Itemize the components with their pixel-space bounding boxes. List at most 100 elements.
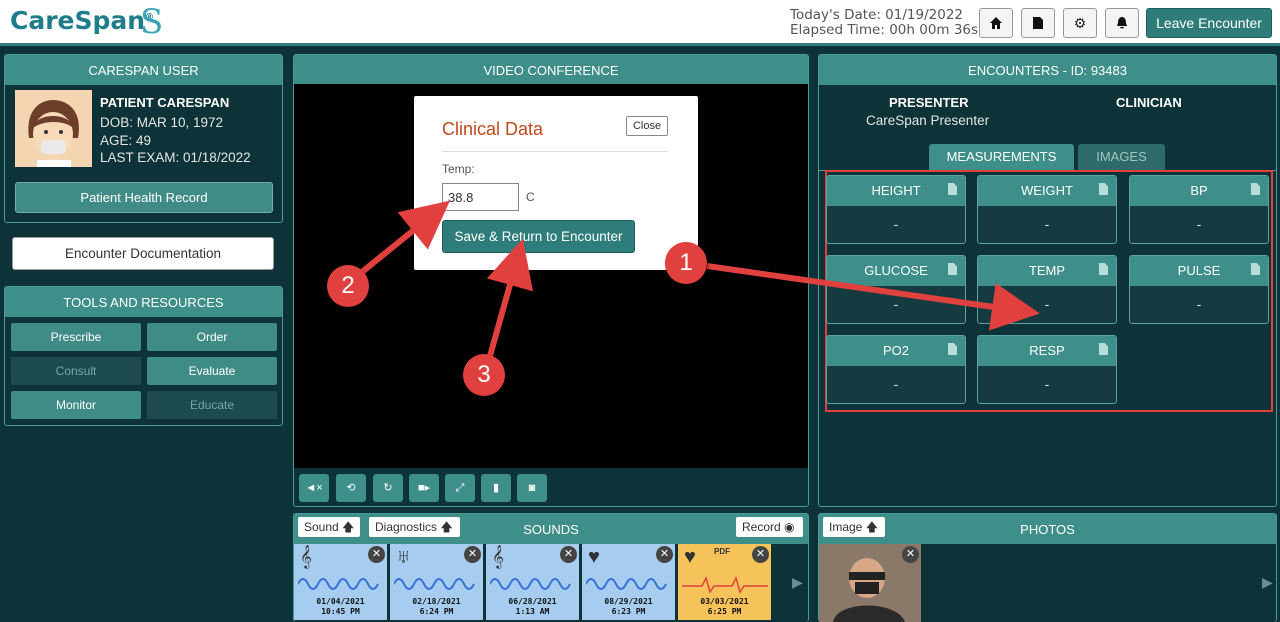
close-button[interactable]: Close xyxy=(626,116,668,136)
document-icon xyxy=(1099,183,1108,195)
presenter-name: CareSpan Presenter xyxy=(866,113,990,128)
close-icon[interactable]: ✕ xyxy=(368,546,385,563)
top-bar: CareSpan® S Today's Date: 01/19/2022 Ela… xyxy=(0,0,1280,46)
encounter-documentation-button[interactable]: Encounter Documentation xyxy=(12,237,274,270)
measurement-temp[interactable]: TEMP - xyxy=(977,255,1117,324)
mute-icon: ◄× xyxy=(305,482,323,494)
settings-button[interactable]: ⚙ xyxy=(1063,8,1097,38)
sound-item[interactable]: ♥ ✕ PDF 03/03/2021 6:25 PM xyxy=(678,544,771,620)
close-icon[interactable]: ✕ xyxy=(656,546,673,563)
temp-label: Temp: xyxy=(442,162,475,176)
document-icon xyxy=(948,263,957,275)
temp-input[interactable]: 38.8 xyxy=(442,183,519,211)
sound-item[interactable]: ♅ ✕ 02/18/2021 6:24 PM xyxy=(390,544,483,620)
patient-dob: DOB: MAR 10, 1972 xyxy=(100,115,224,130)
close-icon[interactable]: ✕ xyxy=(902,546,919,563)
lungs-icon: ♅ xyxy=(396,546,411,568)
diagnostics-button[interactable]: Diagnostics 🡅 xyxy=(369,517,460,537)
date-info: Today's Date: 01/19/2022 Elapsed Time: 0… xyxy=(790,8,978,38)
leave-encounter-button[interactable]: Leave Encounter xyxy=(1146,8,1272,38)
video-camera-icon: ■▸ xyxy=(417,482,431,494)
measurement-height[interactable]: HEIGHT - xyxy=(826,175,966,244)
todays-date: Today's Date: 01/19/2022 xyxy=(790,7,963,23)
record-button[interactable]: Record ◉ xyxy=(736,517,803,537)
annotation-marker: 1 xyxy=(665,242,707,284)
evaluate-button[interactable]: Evaluate xyxy=(147,357,277,385)
image-button[interactable]: Image 🡅 xyxy=(823,517,885,537)
heart-icon: ♥ xyxy=(684,546,696,568)
scroll-right-icon[interactable]: ▶ xyxy=(792,574,803,591)
logo-mark-icon: S xyxy=(140,2,164,42)
camera-icon: ◙ xyxy=(528,482,536,494)
sound-item[interactable]: ♥ ✕ 08/29/2021 6:23 PM xyxy=(582,544,675,620)
avatar xyxy=(15,90,92,167)
close-icon[interactable]: ✕ xyxy=(560,546,577,563)
scroll-right-icon[interactable]: ▶ xyxy=(1262,574,1273,591)
mute-button[interactable]: ◄× xyxy=(299,474,329,502)
close-icon[interactable]: ✕ xyxy=(752,546,769,563)
logo: CareSpan® xyxy=(10,6,155,35)
consult-button[interactable]: Consult xyxy=(11,357,141,385)
educate-button[interactable]: Educate xyxy=(147,391,277,419)
prescribe-button[interactable]: Prescribe xyxy=(11,323,141,351)
panel-title: CARESPAN USER xyxy=(5,55,282,85)
measurement-po2[interactable]: PO2- xyxy=(826,335,966,404)
tools-panel: TOOLS AND RESOURCES Prescribe Order Cons… xyxy=(4,286,283,426)
document-icon xyxy=(1251,263,1260,275)
tab-measurements[interactable]: MEASUREMENTS xyxy=(929,144,1074,170)
save-return-button[interactable]: Save & Return to Encounter xyxy=(442,220,635,253)
measurement-resp[interactable]: RESP - xyxy=(977,335,1117,404)
carespan-user-panel: CARESPAN USER PATIENT CARESPAN DOB: MAR … xyxy=(4,54,283,223)
close-icon[interactable]: ✕ xyxy=(464,546,481,563)
snapshot-button[interactable]: ◙ xyxy=(517,474,547,502)
document-icon xyxy=(1099,263,1108,275)
annotation-marker: 2 xyxy=(327,265,369,307)
notifications-button[interactable] xyxy=(1105,8,1139,38)
panel-title: TOOLS AND RESOURCES xyxy=(5,287,282,317)
patient-name: PATIENT CARESPAN xyxy=(100,95,230,110)
sound-item[interactable]: 𝄞 ✕ 01/04/2021 10:45 PM xyxy=(294,544,387,620)
sound-button[interactable]: Sound 🡅 xyxy=(298,517,360,537)
document-icon xyxy=(1033,17,1043,29)
upload-arrow-icon: 🡅 xyxy=(440,520,453,534)
patient-age: AGE: 49 xyxy=(100,133,152,148)
measurement-pulse[interactable]: PULSE - xyxy=(1129,255,1269,324)
tab-images[interactable]: IMAGES xyxy=(1078,144,1165,170)
presenter-label: PRESENTER xyxy=(889,95,969,110)
clinician-label: CLINICIAN xyxy=(1116,95,1182,110)
measurement-weight[interactable]: WEIGHT - xyxy=(977,175,1117,244)
modal-title: Clinical Data xyxy=(442,119,544,139)
home-icon xyxy=(990,17,1002,29)
fullscreen-button[interactable]: ⤢ xyxy=(445,474,475,502)
divider xyxy=(442,151,668,152)
photo-thumbnail[interactable]: ✕ xyxy=(819,544,921,622)
ear-icon: 𝄞 xyxy=(300,546,312,568)
monitor-button[interactable]: Monitor xyxy=(11,391,141,419)
order-button[interactable]: Order xyxy=(147,323,277,351)
document-icon xyxy=(948,183,957,195)
upload-arrow-icon: 🡅 xyxy=(865,520,879,534)
refresh-button[interactable]: ↻ xyxy=(373,474,403,502)
panel-title: ENCOUNTERS - ID: 93483 xyxy=(819,55,1276,85)
measurement-bp[interactable]: BP - xyxy=(1129,175,1269,244)
document-button[interactable] xyxy=(1021,8,1055,38)
document-icon xyxy=(1251,183,1260,195)
fullscreen-icon: ⤢ xyxy=(455,482,465,494)
video-camera-button[interactable]: ■▸ xyxy=(409,474,439,502)
annotation-marker: 3 xyxy=(463,354,505,396)
bell-icon xyxy=(1117,17,1127,29)
elapsed-time: Elapsed Time: 00h 00m 36s xyxy=(790,22,979,38)
camera-flip-button[interactable]: ⟲ xyxy=(336,474,366,502)
home-button[interactable] xyxy=(979,8,1013,38)
measurement-glucose[interactable]: GLUCOSE - xyxy=(826,255,966,324)
clinical-data-modal: Clinical Data Close Temp: 38.8 C Save & … xyxy=(414,96,698,270)
light-button[interactable]: ▮ xyxy=(481,474,511,502)
document-icon xyxy=(1099,343,1108,355)
temp-unit: C xyxy=(526,190,535,204)
patient-health-record-button[interactable]: Patient Health Record xyxy=(15,182,273,213)
camera-flip-icon: ⟲ xyxy=(346,482,356,494)
record-icon: ◉ xyxy=(784,520,795,534)
sound-item[interactable]: 𝄞 ✕ 06/28/2021 1:13 AM xyxy=(486,544,579,620)
gear-icon: ⚙ xyxy=(1073,15,1087,31)
panel-title: PHOTOS xyxy=(1020,522,1075,537)
